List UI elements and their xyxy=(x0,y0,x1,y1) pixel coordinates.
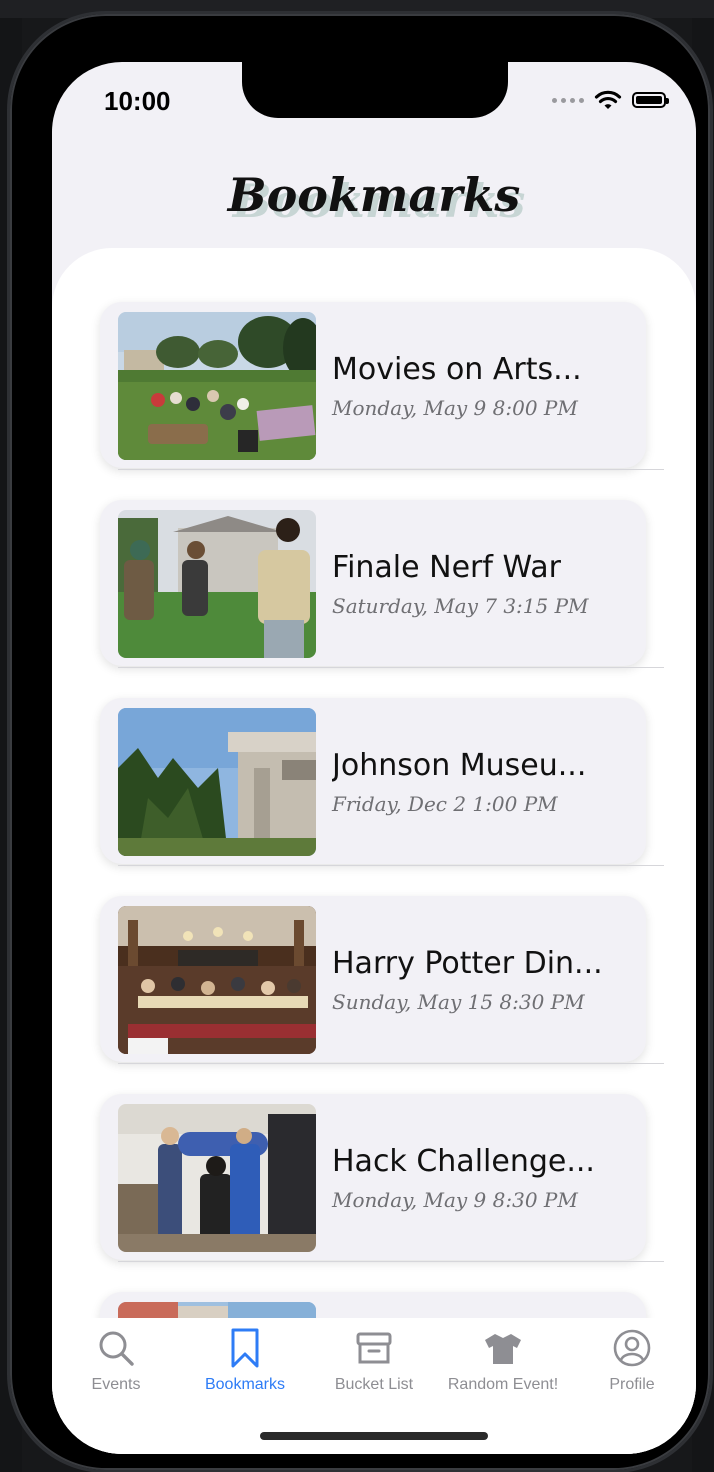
tab-profile[interactable]: Profile xyxy=(568,1328,696,1394)
notch xyxy=(242,62,508,118)
event-thumbnail xyxy=(118,708,316,856)
tab-label: Random Event! xyxy=(447,1376,559,1393)
bookmark-card[interactable]: Finale Nerf War Saturday, May 7 3:15 PM xyxy=(100,500,646,666)
person-circle-icon xyxy=(613,1329,651,1367)
event-title: Johnson Museu... xyxy=(332,748,587,783)
status-time: 10:00 xyxy=(104,86,171,116)
tab-label: Events xyxy=(91,1376,141,1393)
phone-screen: 10:00 Bookmarks Movies on Arts... Monday… xyxy=(52,62,696,1454)
row-divider xyxy=(118,667,664,668)
tab-bookmarks[interactable]: Bookmarks xyxy=(181,1328,309,1394)
magnifying-glass-icon xyxy=(99,1331,134,1366)
row-divider xyxy=(118,469,664,470)
bookmark-icon xyxy=(231,1328,259,1368)
tab-events[interactable]: Events xyxy=(52,1328,180,1394)
signal-icon xyxy=(552,97,584,103)
page-title: Bookmarks xyxy=(227,168,521,222)
event-thumbnail xyxy=(118,510,316,658)
bookmark-row: Harry Potter Din... Sunday, May 15 8:30 … xyxy=(100,896,664,1094)
event-date: Sunday, May 15 8:30 PM xyxy=(332,990,585,1014)
home-indicator xyxy=(260,1432,488,1440)
bookmarks-panel: Movies on Arts... Monday, May 9 8:00 PM xyxy=(52,248,696,1454)
event-date: Monday, May 9 8:00 PM xyxy=(332,396,578,420)
bookmark-list: Movies on Arts... Monday, May 9 8:00 PM xyxy=(100,302,664,1454)
page-header: Bookmarks xyxy=(52,168,696,238)
event-thumbnail xyxy=(118,906,316,1054)
tab-label: Profile xyxy=(609,1376,655,1393)
bookmark-card[interactable]: Johnson Museu... Friday, Dec 2 1:00 PM xyxy=(100,698,646,864)
bookmark-row: Movies on Arts... Monday, May 9 8:00 PM xyxy=(100,302,664,500)
battery-icon xyxy=(632,92,669,108)
tab-random-event[interactable]: Random Event! xyxy=(439,1328,567,1394)
tab-label: Bookmarks xyxy=(204,1376,286,1393)
tab-bucket-list[interactable]: Bucket List xyxy=(310,1328,438,1394)
row-divider xyxy=(118,1261,664,1262)
event-date: Saturday, May 7 3:15 PM xyxy=(332,594,589,618)
event-date: Friday, Dec 2 1:00 PM xyxy=(332,792,558,816)
bookmark-row: Hack Challenge... Monday, May 9 8:30 PM xyxy=(100,1094,664,1292)
bookmark-row: Johnson Museu... Friday, Dec 2 1:00 PM xyxy=(100,698,664,896)
archive-box-icon xyxy=(356,1332,392,1364)
tab-label: Bucket List xyxy=(334,1376,414,1393)
bookmark-card[interactable]: Harry Potter Din... Sunday, May 15 8:30 … xyxy=(100,896,646,1062)
event-title: Finale Nerf War xyxy=(332,550,561,585)
row-divider xyxy=(118,865,664,866)
bookmark-row: Finale Nerf War Saturday, May 7 3:15 PM xyxy=(100,500,664,698)
shirt-icon xyxy=(485,1334,521,1364)
wifi-icon xyxy=(594,90,622,109)
event-thumbnail xyxy=(118,312,316,460)
event-title: Hack Challenge... xyxy=(332,1144,595,1179)
status-indicators xyxy=(552,88,669,112)
event-title: Movies on Arts... xyxy=(332,352,582,387)
bookmark-card[interactable]: Movies on Arts... Monday, May 9 8:00 PM xyxy=(100,302,646,468)
phone-frame: 10:00 Bookmarks Movies on Arts... Monday… xyxy=(10,14,710,1470)
row-divider xyxy=(118,1063,664,1064)
event-title: Harry Potter Din... xyxy=(332,946,603,981)
bookmark-card[interactable]: Hack Challenge... Monday, May 9 8:30 PM xyxy=(100,1094,646,1260)
event-thumbnail xyxy=(118,1104,316,1252)
event-date: Monday, May 9 8:30 PM xyxy=(332,1188,578,1212)
